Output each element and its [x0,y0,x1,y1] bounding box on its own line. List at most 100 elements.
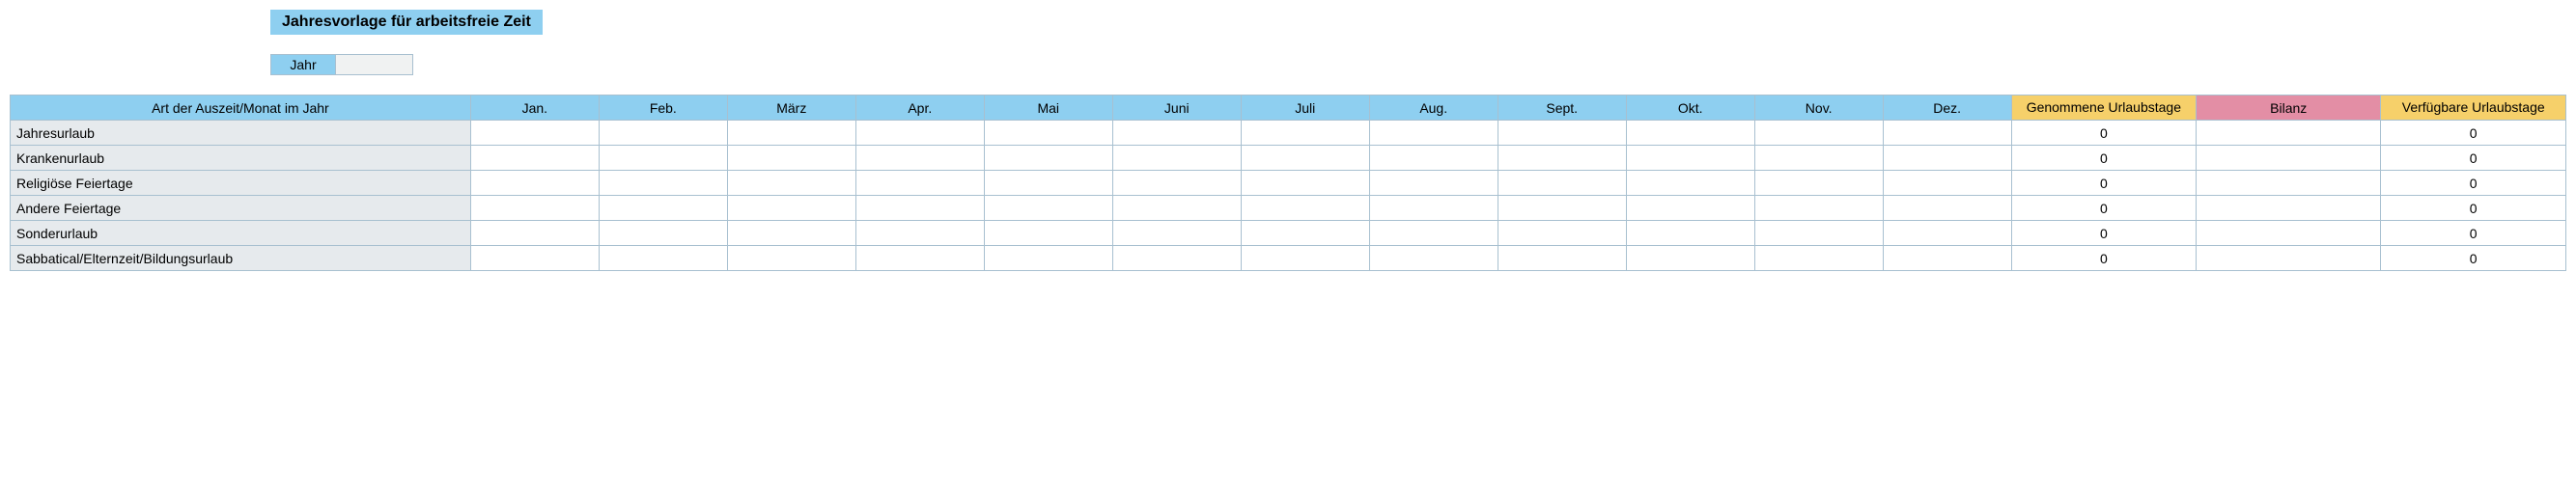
month-cell[interactable] [855,221,984,246]
month-cell[interactable] [1498,146,1626,171]
month-cell[interactable] [1369,171,1498,196]
month-cell[interactable] [1883,246,2011,271]
available-cell: 0 [2381,196,2566,221]
month-cell[interactable] [1498,246,1626,271]
month-cell[interactable] [470,196,599,221]
month-cell[interactable] [1241,146,1369,171]
balance-cell [2197,246,2381,271]
month-cell[interactable] [984,146,1112,171]
month-cell[interactable] [1112,196,1241,221]
month-cell[interactable] [855,121,984,146]
month-cell[interactable] [1241,171,1369,196]
row-label: Jahresurlaub [11,121,471,146]
month-cell[interactable] [1626,171,1754,196]
month-cell[interactable] [1754,121,1883,146]
available-cell: 0 [2381,246,2566,271]
month-cell[interactable] [1883,121,2011,146]
available-cell: 0 [2381,171,2566,196]
month-cell[interactable] [727,171,855,196]
month-cell[interactable] [727,246,855,271]
month-cell[interactable] [599,171,727,196]
balance-cell [2197,171,2381,196]
month-cell[interactable] [727,221,855,246]
month-cell[interactable] [727,146,855,171]
month-cell[interactable] [1112,121,1241,146]
month-cell[interactable] [1754,146,1883,171]
header-month: Mai [984,95,1112,121]
month-cell[interactable] [1112,221,1241,246]
month-cell[interactable] [1241,246,1369,271]
header-available: Verfügbare Urlaubstage [2381,95,2566,121]
month-cell[interactable] [727,196,855,221]
table-row: Sonderurlaub00 [11,221,2566,246]
month-cell[interactable] [1498,121,1626,146]
month-cell[interactable] [599,246,727,271]
month-cell[interactable] [1369,146,1498,171]
month-cell[interactable] [1369,196,1498,221]
month-cell[interactable] [470,246,599,271]
table-header-row: Art der Auszeit/Monat im Jahr Jan. Feb. … [11,95,2566,121]
month-cell[interactable] [984,196,1112,221]
row-label: Andere Feiertage [11,196,471,221]
month-cell[interactable] [1369,121,1498,146]
year-row: Jahr [270,54,2566,75]
month-cell[interactable] [855,171,984,196]
month-cell[interactable] [984,171,1112,196]
month-cell[interactable] [1626,121,1754,146]
month-cell[interactable] [1626,221,1754,246]
month-cell[interactable] [984,246,1112,271]
header-balance: Bilanz [2197,95,2381,121]
month-cell[interactable] [1112,246,1241,271]
month-cell[interactable] [599,221,727,246]
taken-cell: 0 [2011,246,2196,271]
header-month: Dez. [1883,95,2011,121]
month-cell[interactable] [1369,221,1498,246]
taken-cell: 0 [2011,221,2196,246]
month-cell[interactable] [1112,171,1241,196]
month-cell[interactable] [855,246,984,271]
month-cell[interactable] [1241,196,1369,221]
month-cell[interactable] [1112,146,1241,171]
balance-cell [2197,146,2381,171]
month-cell[interactable] [1241,121,1369,146]
row-label: Religiöse Feiertage [11,171,471,196]
month-cell[interactable] [1754,171,1883,196]
month-cell[interactable] [470,171,599,196]
taken-cell: 0 [2011,121,2196,146]
month-cell[interactable] [1626,196,1754,221]
month-cell[interactable] [1241,221,1369,246]
month-cell[interactable] [984,221,1112,246]
month-cell[interactable] [470,146,599,171]
month-cell[interactable] [1883,146,2011,171]
row-label: Sonderurlaub [11,221,471,246]
month-cell[interactable] [1498,221,1626,246]
month-cell[interactable] [727,121,855,146]
month-cell[interactable] [599,196,727,221]
month-cell[interactable] [599,121,727,146]
month-cell[interactable] [1883,221,2011,246]
month-cell[interactable] [1754,196,1883,221]
month-cell[interactable] [1883,196,2011,221]
month-cell[interactable] [855,196,984,221]
table-row: Krankenurlaub00 [11,146,2566,171]
month-cell[interactable] [855,146,984,171]
header-month: Aug. [1369,95,1498,121]
table-row: Sabbatical/Elternzeit/Bildungsurlaub 0 0 [11,246,2566,271]
month-cell[interactable] [1498,171,1626,196]
year-input[interactable] [336,54,413,75]
month-cell[interactable] [1626,146,1754,171]
month-cell[interactable] [1626,246,1754,271]
month-cell[interactable] [1883,171,2011,196]
month-cell[interactable] [984,121,1112,146]
header-taken: Genommene Urlaubstage [2011,95,2196,121]
month-cell[interactable] [1754,246,1883,271]
month-cell[interactable] [470,221,599,246]
month-cell[interactable] [1754,221,1883,246]
header-month: Nov. [1754,95,1883,121]
month-cell[interactable] [1498,196,1626,221]
month-cell[interactable] [1369,246,1498,271]
month-cell[interactable] [599,146,727,171]
row-label: Sabbatical/Elternzeit/Bildungsurlaub [11,246,471,271]
month-cell[interactable] [470,121,599,146]
header-month: März [727,95,855,121]
